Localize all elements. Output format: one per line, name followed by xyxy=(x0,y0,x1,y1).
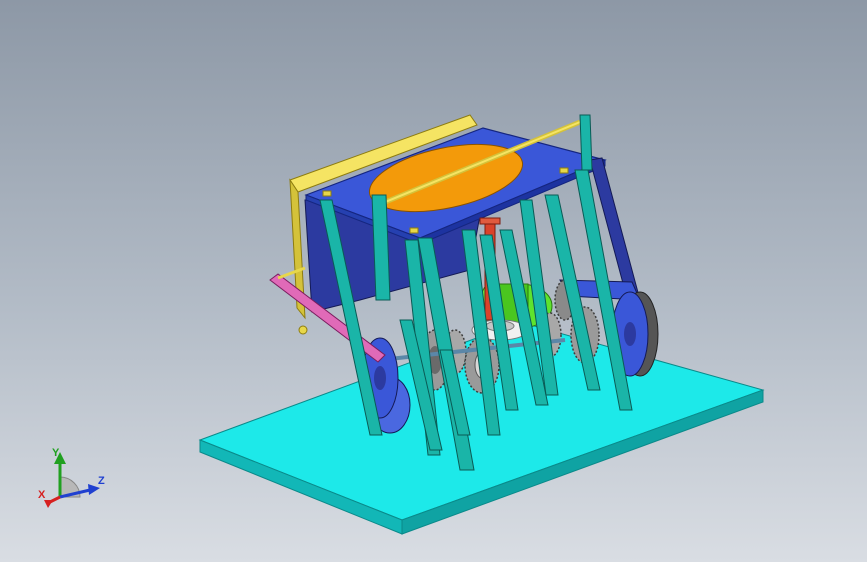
y-axis-label: Y xyxy=(52,447,60,459)
assembly-model[interactable] xyxy=(0,0,867,562)
cad-viewport[interactable]: Y Z X xyxy=(0,0,867,562)
coordinate-triad: Y Z X xyxy=(38,447,105,508)
z-axis-label: Z xyxy=(98,475,105,487)
x-axis-label: X xyxy=(38,489,46,501)
